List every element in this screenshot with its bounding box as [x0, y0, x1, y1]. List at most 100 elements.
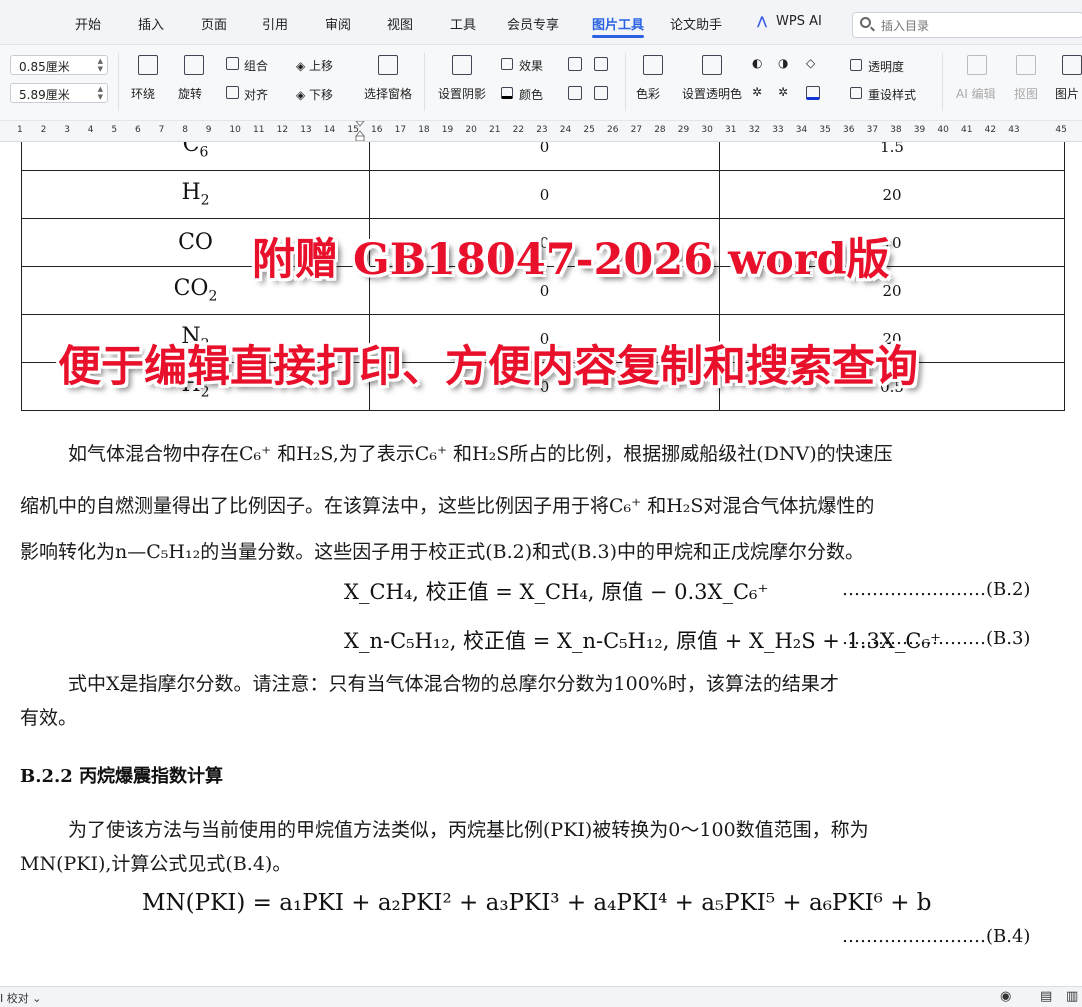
color-button[interactable]: 颜色 [519, 86, 543, 103]
ruler-number: 1 [17, 125, 23, 135]
ruler-number: 14 [323, 125, 336, 135]
transparency-button[interactable]: 透明度 [868, 58, 904, 75]
ruler-number: 24 [559, 125, 572, 135]
cutout-button[interactable]: 抠图 [1014, 85, 1038, 102]
ruler-number: 19 [441, 125, 454, 135]
send-backward-icon[interactable] [594, 57, 608, 71]
ruler-number: 18 [418, 125, 430, 135]
paragraph-line: 影响转化为n—C₅H₁₂的当量分数。这些因子用于校正式(B.2)和式(B.3)中… [20, 541, 865, 563]
component-cell: H2 [21, 170, 370, 219]
ruler-number: 22 [512, 125, 525, 135]
horizontal-ruler[interactable]: 1 2 3 4 5 6 7 8 9 10 11 12 13 14 15 16 17 18 19 20 21 22 23 24 2… [0, 121, 1082, 142]
soften-icon[interactable]: ✲ [778, 85, 788, 99]
spin-arrows-icon[interactable]: ▲ ▼ [98, 85, 103, 101]
flip-icon[interactable] [568, 86, 582, 100]
document-page[interactable]: C6 0 1.5 H2 0 20 CO 0 10 CO2 0 20 N2 0 20 H2 0 0.5 附赠 GB1… [0, 142, 1082, 986]
ruler-number: 23 [536, 125, 548, 135]
ruler-number: 13 [300, 125, 312, 135]
wrap-button[interactable]: 环绕 [131, 85, 155, 102]
color-icon [501, 87, 513, 99]
menu-paper-assistant[interactable]: 论文助手 [670, 14, 722, 33]
move-down-button[interactable]: ◈ 下移 [296, 86, 333, 103]
menu-wps-ai[interactable]: WPS AI [776, 14, 822, 29]
border-color-icon[interactable] [806, 86, 820, 100]
group-icon [226, 57, 239, 70]
ruler-number: 39 [913, 125, 926, 135]
paragraph-line: 式中X是指摩尔分数。请注意：只有当气体混合物的总摩尔分数为100%时，该算法的结… [68, 673, 839, 695]
paragraph-line: 为了使该方法与当前使用的甲烷值方法类似，丙烷基比例(PKI)被转换为0～100数… [68, 819, 869, 841]
promo-banner-line2: 便于编辑直接打印、方便内容复制和搜索查询 [58, 342, 918, 392]
indent-marker-icon[interactable] [355, 121, 365, 141]
menu-home[interactable]: 开始 [75, 14, 101, 33]
equation-b4: MN(PKI) = a₁PKI + a₂PKI² + a₃PKI³ + a₄PK… [142, 890, 932, 916]
transparency-icon [850, 59, 862, 71]
crop-icon[interactable] [594, 86, 608, 100]
search-icon [860, 17, 871, 28]
equation-number-b2: ……………………(B.2) [842, 579, 1031, 600]
sharpen-icon[interactable]: ✲ [752, 85, 762, 99]
ruler-number: 21 [489, 125, 501, 135]
ruler-number: 36 [843, 125, 855, 135]
eye-icon[interactable]: ◉ [1000, 989, 1011, 1004]
menu-page[interactable]: 页面 [201, 14, 227, 33]
align-icon [226, 86, 239, 99]
paragraph-line: 缩机中的自燃测量得出了比例因子。在该算法中，这些比例因子用于将C₆⁺ 和H₂S对… [20, 495, 875, 517]
align-button[interactable]: 对齐 [244, 86, 268, 103]
ai-edit-button[interactable]: AI 编辑 [956, 85, 996, 102]
menu-insert[interactable]: 插入 [138, 14, 164, 33]
ruler-number: 30 [701, 125, 713, 135]
ruler-number: 3 [64, 125, 70, 135]
effect-icon [501, 58, 513, 70]
group-button[interactable]: 组合 [244, 57, 268, 74]
transparent-color-button[interactable]: 设置透明色 [682, 85, 742, 102]
ruler-number: 32 [748, 125, 761, 135]
value-cell: 0 [369, 142, 720, 171]
menu-view[interactable]: 视图 [387, 14, 413, 33]
move-up-button[interactable]: ◈ 上移 [296, 57, 333, 74]
ruler-number: 41 [961, 125, 973, 135]
menu-bar: 开始 插入 页面 引用 审阅 视图 工具 会员专享 图片工具 论文助手 ⋀ WP… [0, 0, 1082, 45]
spin-arrows-icon[interactable]: ▲ ▼ [98, 57, 103, 73]
fill-color-icon[interactable]: ◇ [806, 56, 815, 70]
selection-pane-button[interactable]: 选择窗格 [364, 85, 412, 102]
contrast-icon[interactable]: ◑ [778, 56, 788, 70]
effect-button[interactable]: 效果 [519, 57, 543, 74]
web-view-icon[interactable]: ▥ [1066, 989, 1078, 1004]
page-view-icon[interactable]: ▤ [1040, 989, 1052, 1004]
width-input[interactable]: 5.89厘米 ▲ ▼ [10, 83, 108, 103]
equation-number-b3: ……………………(B.3) [842, 628, 1031, 649]
ruler-number: 17 [394, 125, 407, 135]
picture-button[interactable]: 图片 [1055, 85, 1079, 102]
rotate-icon [184, 55, 204, 75]
ruler-number: 9 [205, 125, 212, 135]
menu-tools[interactable]: 工具 [450, 14, 476, 33]
menu-reference[interactable]: 引用 [262, 14, 288, 33]
status-bar: I 校对 ⌄ ◉ ▤ ▥ [0, 986, 1082, 1007]
menu-member[interactable]: 会员专享 [507, 14, 559, 33]
equation-b2: X_CH₄, 校正值 = X_CH₄, 原值 − 0.3X_C₆⁺ [344, 580, 769, 604]
ruler-number: 45 [1055, 125, 1067, 135]
ruler-number: 4 [87, 125, 94, 135]
toolbar-divider [942, 53, 943, 111]
brightness-icon[interactable]: ◐ [752, 56, 762, 70]
ruler-number: 42 [984, 125, 997, 135]
search-input[interactable] [879, 16, 1073, 35]
search-box[interactable] [852, 12, 1082, 38]
bring-forward-icon[interactable] [568, 57, 582, 71]
rotate-button[interactable]: 旋转 [178, 85, 202, 102]
menu-picture-tools[interactable]: 图片工具 [592, 14, 644, 33]
ruler-number: 7 [158, 125, 165, 135]
color-mode-button[interactable]: 色彩 [636, 85, 660, 102]
menu-review[interactable]: 审阅 [325, 14, 351, 33]
proofread-button[interactable]: I 校对 ⌄ [0, 990, 41, 1006]
height-input[interactable]: 0.85厘米 ▲ ▼ [10, 55, 108, 75]
ruler-number: 37 [866, 125, 879, 135]
ruler-number: 31 [725, 125, 737, 135]
ruler-number: 25 [583, 125, 595, 135]
ruler-number: 20 [465, 125, 477, 135]
ruler-number: 12 [276, 125, 289, 135]
shadow-button[interactable]: 设置阴影 [438, 85, 486, 102]
ruler-number: 5 [111, 125, 118, 135]
reset-style-button[interactable]: 重设样式 [868, 86, 916, 103]
ruler-number: 33 [772, 125, 784, 135]
